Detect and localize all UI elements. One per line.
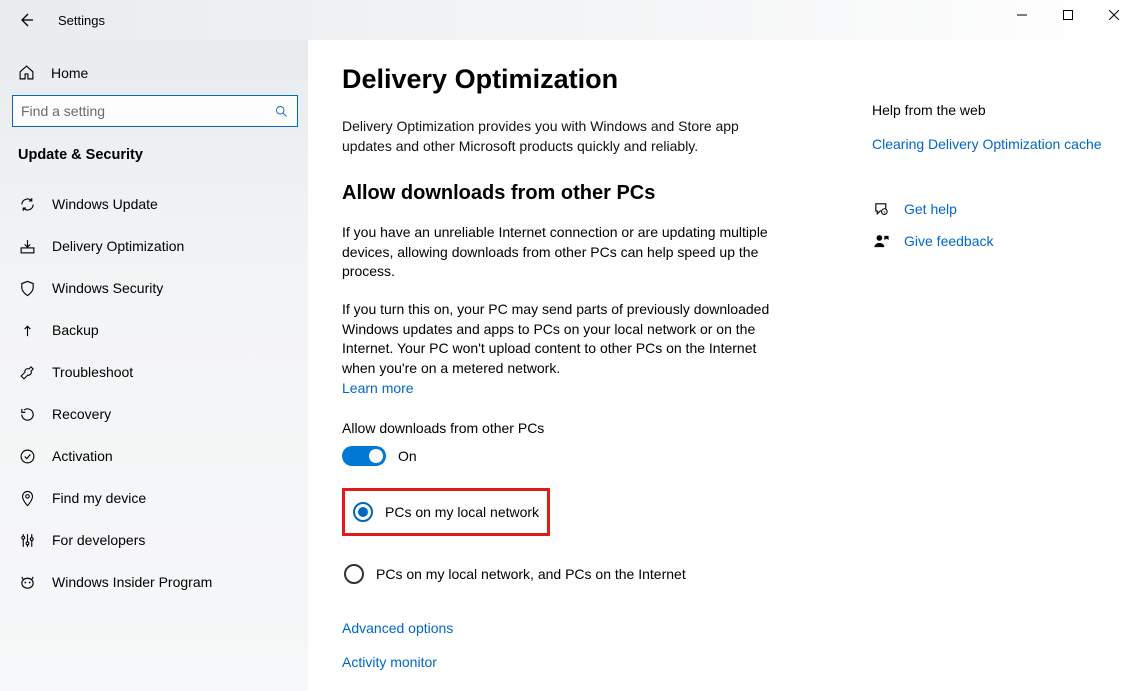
search-icon <box>274 104 289 119</box>
wrench-icon <box>18 363 36 381</box>
get-help-row[interactable]: ? Get help <box>872 200 1112 218</box>
back-button[interactable] <box>12 6 40 34</box>
recovery-icon <box>18 405 36 423</box>
toggle-label: Allow downloads from other PCs <box>342 420 812 436</box>
main-content: Delivery Optimization Delivery Optimizat… <box>342 64 812 667</box>
give-feedback-row[interactable]: Give feedback <box>872 232 1112 250</box>
section-title: Allow downloads from other PCs <box>342 182 812 205</box>
help-aside: Help from the web Clearing Delivery Opti… <box>812 64 1112 667</box>
radio-label: PCs on my local network <box>385 504 539 520</box>
sidebar-item-find-my-device[interactable]: Find my device <box>0 477 308 519</box>
sidebar-item-windows-update[interactable]: Windows Update <box>0 183 308 225</box>
sidebar-item-activation[interactable]: Activation <box>0 435 308 477</box>
sidebar-item-label: Delivery Optimization <box>52 238 184 254</box>
sidebar-item-for-developers[interactable]: For developers <box>0 519 308 561</box>
para-1: If you have an unreliable Internet conne… <box>342 223 782 282</box>
radio-label: PCs on my local network, and PCs on the … <box>376 566 686 582</box>
page-description: Delivery Optimization provides you with … <box>342 117 772 156</box>
radio-local-network[interactable]: PCs on my local network <box>351 496 541 528</box>
sidebar-item-troubleshoot[interactable]: Troubleshoot <box>0 351 308 393</box>
sidebar-item-windows-security[interactable]: Windows Security <box>0 267 308 309</box>
sidebar-item-label: Recovery <box>52 406 111 422</box>
sidebar-item-recovery[interactable]: Recovery <box>0 393 308 435</box>
insider-icon <box>18 573 36 591</box>
delivery-icon <box>18 237 36 255</box>
maximize-button[interactable] <box>1045 0 1091 30</box>
give-feedback-link[interactable]: Give feedback <box>904 233 994 249</box>
sidebar-item-backup[interactable]: Backup <box>0 309 308 351</box>
sidebar-item-label: Windows Insider Program <box>52 574 212 590</box>
sliders-icon <box>18 531 36 549</box>
title-bar: Settings <box>0 0 1137 40</box>
radio-icon <box>344 564 364 584</box>
radio-icon <box>353 502 373 522</box>
home-icon <box>18 64 35 81</box>
search-input[interactable] <box>21 103 274 119</box>
shield-icon <box>18 279 36 297</box>
learn-more-link[interactable]: Learn more <box>342 380 414 396</box>
sidebar-item-label: Backup <box>52 322 99 338</box>
sidebar-home[interactable]: Home <box>0 54 308 91</box>
allow-downloads-toggle[interactable] <box>342 446 386 466</box>
sidebar-item-label: Windows Update <box>52 196 158 212</box>
location-icon <box>18 489 36 507</box>
sidebar-home-label: Home <box>51 65 88 81</box>
sidebar-section-title: Update & Security <box>0 145 308 183</box>
sidebar-item-label: Windows Security <box>52 280 163 296</box>
feedback-icon <box>872 232 890 250</box>
close-button[interactable] <box>1091 0 1137 30</box>
help-article-link[interactable]: Clearing Delivery Optimization cache <box>872 136 1112 152</box>
sidebar: Home Update & Security Windows Update De… <box>0 40 308 691</box>
activity-monitor-link[interactable]: Activity monitor <box>342 654 812 670</box>
sidebar-item-label: For developers <box>52 532 145 548</box>
help-from-web-title: Help from the web <box>872 102 1112 118</box>
search-box[interactable] <box>12 95 298 127</box>
toggle-state: On <box>398 448 417 464</box>
window-title: Settings <box>58 13 105 28</box>
sidebar-item-label: Activation <box>52 448 113 464</box>
sidebar-item-label: Troubleshoot <box>52 364 133 380</box>
sync-icon <box>18 195 36 213</box>
advanced-options-link[interactable]: Advanced options <box>342 620 812 636</box>
radio-internet[interactable]: PCs on my local network, and PCs on the … <box>342 558 812 590</box>
minimize-button[interactable] <box>999 0 1045 30</box>
get-help-link[interactable]: Get help <box>904 201 957 217</box>
sidebar-item-insider[interactable]: Windows Insider Program <box>0 561 308 603</box>
highlight-box: PCs on my local network <box>342 488 550 536</box>
page-title: Delivery Optimization <box>342 64 812 95</box>
para-2: If you turn this on, your PC may send pa… <box>342 300 782 378</box>
sidebar-item-label: Find my device <box>52 490 146 506</box>
sidebar-item-delivery-optimization[interactable]: Delivery Optimization <box>0 225 308 267</box>
get-help-icon: ? <box>872 200 890 218</box>
check-icon <box>18 447 36 465</box>
backup-icon <box>18 321 36 339</box>
